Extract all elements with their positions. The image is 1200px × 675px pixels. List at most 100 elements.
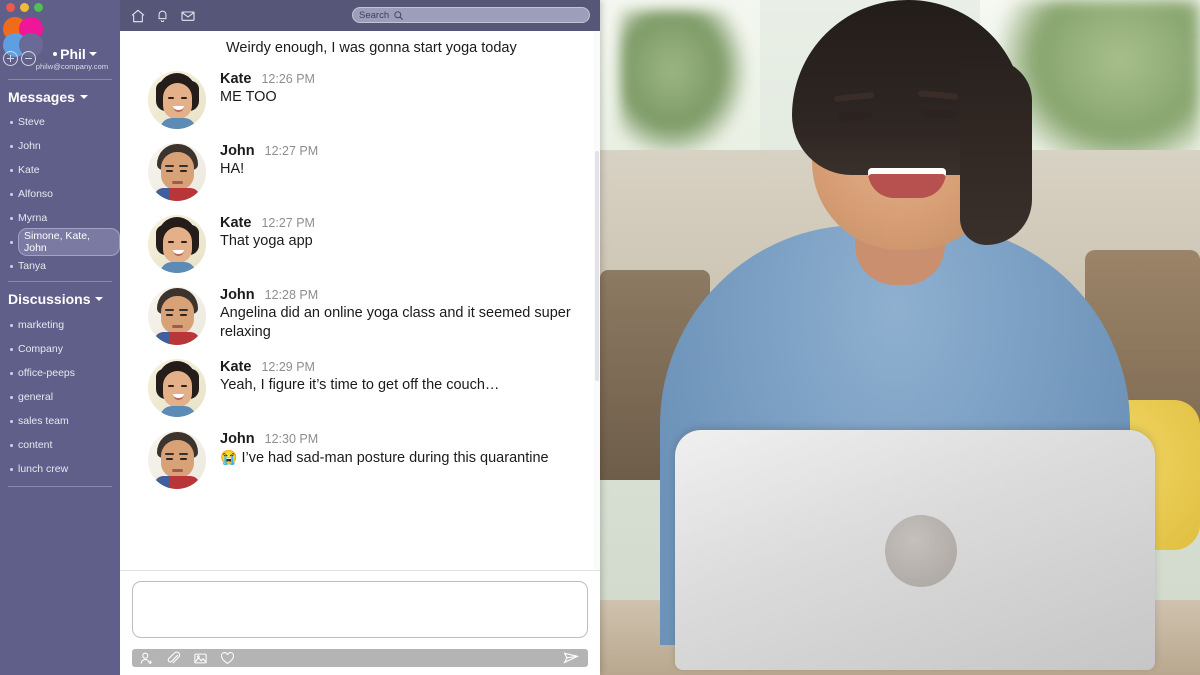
sidebar-section-discussions[interactable]: Discussions <box>8 291 120 307</box>
avatar[interactable] <box>148 358 206 417</box>
sidebar-item-label: office-peeps <box>18 367 76 379</box>
message-text: That yoga app <box>220 232 313 249</box>
bullet-icon <box>10 371 13 375</box>
send-paper-plane-icon[interactable] <box>561 650 581 666</box>
message-timestamp: 12:27 PM <box>261 215 315 230</box>
message-author: Kate <box>220 358 252 375</box>
message-row: John 12:28 PM Angelina did an online yog… <box>120 280 600 352</box>
window-controls[interactable] <box>6 3 43 12</box>
message-row: John 12:27 PM HA! <box>120 136 600 208</box>
message-row: Kate 12:29 PM Yeah, I figure it’s time t… <box>120 352 600 424</box>
sidebar-item-marketing[interactable]: marketing <box>8 313 120 337</box>
sidebar-item-john[interactable]: John <box>8 134 120 158</box>
sidebar-item-lunch-crew[interactable]: lunch crew <box>8 457 120 481</box>
crying-face-emoji: 😭 <box>220 448 238 465</box>
divider <box>8 486 112 487</box>
bullet-icon <box>10 120 13 124</box>
bullet-icon <box>10 347 13 351</box>
sidebar-item-label: Kate <box>18 164 40 176</box>
account-email: philw@company.com <box>35 62 109 71</box>
leading-message-text: Weirdy enough, I was gonna start yoga to… <box>226 40 517 56</box>
bullet-icon <box>10 144 13 148</box>
sidebar-item-myrna[interactable]: Myrna <box>8 206 120 230</box>
account-name-row[interactable]: Phil <box>30 46 120 62</box>
heart-icon[interactable] <box>220 651 235 666</box>
bullet-icon <box>10 443 13 447</box>
envelope-icon[interactable] <box>180 8 196 24</box>
message-list[interactable]: Weirdy enough, I was gonna start yoga to… <box>120 31 600 570</box>
chat-app-window: Phil philw@company.com Messages Steve Jo… <box>0 0 600 675</box>
sidebar-item-sales-team[interactable]: sales team <box>8 409 120 433</box>
sidebar-section-title: Messages <box>8 89 75 105</box>
sidebar-item-company[interactable]: Company <box>8 337 120 361</box>
chevron-down-icon[interactable] <box>88 52 97 56</box>
bullet-icon <box>10 192 13 196</box>
message-timestamp: 12:29 PM <box>261 359 315 374</box>
main-panel: Search Weirdy enough, I was gonna start … <box>120 0 600 675</box>
bell-icon[interactable] <box>155 8 171 24</box>
sidebar-item-simone-kate-john[interactable]: Simone, Kate, John <box>8 228 120 256</box>
avatar[interactable] <box>148 142 206 201</box>
message-author: John <box>220 286 255 303</box>
home-icon[interactable] <box>130 8 146 24</box>
message-author: Kate <box>220 70 252 87</box>
message-timestamp: 12:26 PM <box>261 71 315 86</box>
add-person-icon[interactable] <box>139 651 154 666</box>
scrollbar-thumb[interactable] <box>595 151 599 381</box>
search-icon <box>394 10 404 20</box>
message-author: John <box>220 142 255 159</box>
sidebar-item-tanya[interactable]: Tanya <box>8 254 120 278</box>
screen: Phil philw@company.com Messages Steve Jo… <box>0 0 1200 675</box>
sidebar-section-title: Discussions <box>8 291 91 307</box>
message-timestamp: 12:30 PM <box>264 431 319 446</box>
sidebar-item-office-peeps[interactable]: office-peeps <box>8 361 120 385</box>
sidebar-item-label: content <box>18 439 53 451</box>
maximize-window-button[interactable] <box>34 3 43 12</box>
divider <box>8 281 112 282</box>
account-row[interactable]: Phil philw@company.com <box>0 46 120 80</box>
message-timestamp: 12:27 PM <box>264 143 319 158</box>
chevron-down-icon[interactable] <box>79 95 88 99</box>
paperclip-icon[interactable] <box>166 651 181 666</box>
message-input[interactable] <box>132 581 588 638</box>
close-window-button[interactable] <box>6 3 15 12</box>
search-input[interactable]: Search <box>352 7 590 23</box>
sidebar-item-label: Company <box>18 343 63 355</box>
avatar[interactable] <box>148 286 206 345</box>
bullet-icon <box>10 168 13 172</box>
message-text: HA! <box>220 160 245 177</box>
message-row: Kate 12:27 PM That yoga app <box>120 208 600 280</box>
message-text: Yeah, I figure it’s time to get off the … <box>220 376 500 393</box>
sidebar-item-label: Steve <box>18 116 45 128</box>
message-text: Angelina did an online yoga class and it… <box>220 304 571 340</box>
sidebar-item-label: Alfonso <box>18 188 54 200</box>
chevron-down-icon[interactable] <box>95 297 104 301</box>
bullet-icon <box>10 395 13 399</box>
minimize-window-button[interactable] <box>20 3 29 12</box>
sidebar-item-general[interactable]: general <box>8 385 120 409</box>
sidebar-item-label: general <box>18 391 54 403</box>
composer-toolbar <box>132 649 588 667</box>
sidebar: Phil philw@company.com Messages Steve Jo… <box>0 0 120 675</box>
avatar[interactable] <box>148 430 206 489</box>
sidebar-item-alfonso[interactable]: Alfonso <box>8 182 120 206</box>
account-name: Phil <box>60 46 86 62</box>
sidebar-item-content[interactable]: content <box>8 433 120 457</box>
sidebar-item-label: sales team <box>18 415 69 427</box>
sidebar-item-steve[interactable]: Steve <box>8 110 120 134</box>
sidebar-item-label: Simone, Kate, John <box>18 228 120 256</box>
avatar[interactable] <box>148 214 206 273</box>
status-dot <box>53 52 58 56</box>
plus-circle-icon[interactable] <box>3 51 18 66</box>
message-text: ME TOO <box>220 88 277 105</box>
image-icon[interactable] <box>193 651 208 666</box>
sidebar-section-messages[interactable]: Messages <box>8 89 120 105</box>
message-scrollbar[interactable] <box>594 31 600 570</box>
message-text: I’ve had sad-man posture during this qua… <box>237 449 549 466</box>
avatar[interactable] <box>148 70 206 129</box>
sidebar-item-label: lunch crew <box>18 463 69 475</box>
sidebar-item-kate[interactable]: Kate <box>8 158 120 182</box>
sidebar-item-label: Tanya <box>18 260 47 272</box>
message-text-wrapper: 😭 I’ve had sad-man posture during this q… <box>220 448 582 468</box>
bullet-icon <box>10 323 13 327</box>
